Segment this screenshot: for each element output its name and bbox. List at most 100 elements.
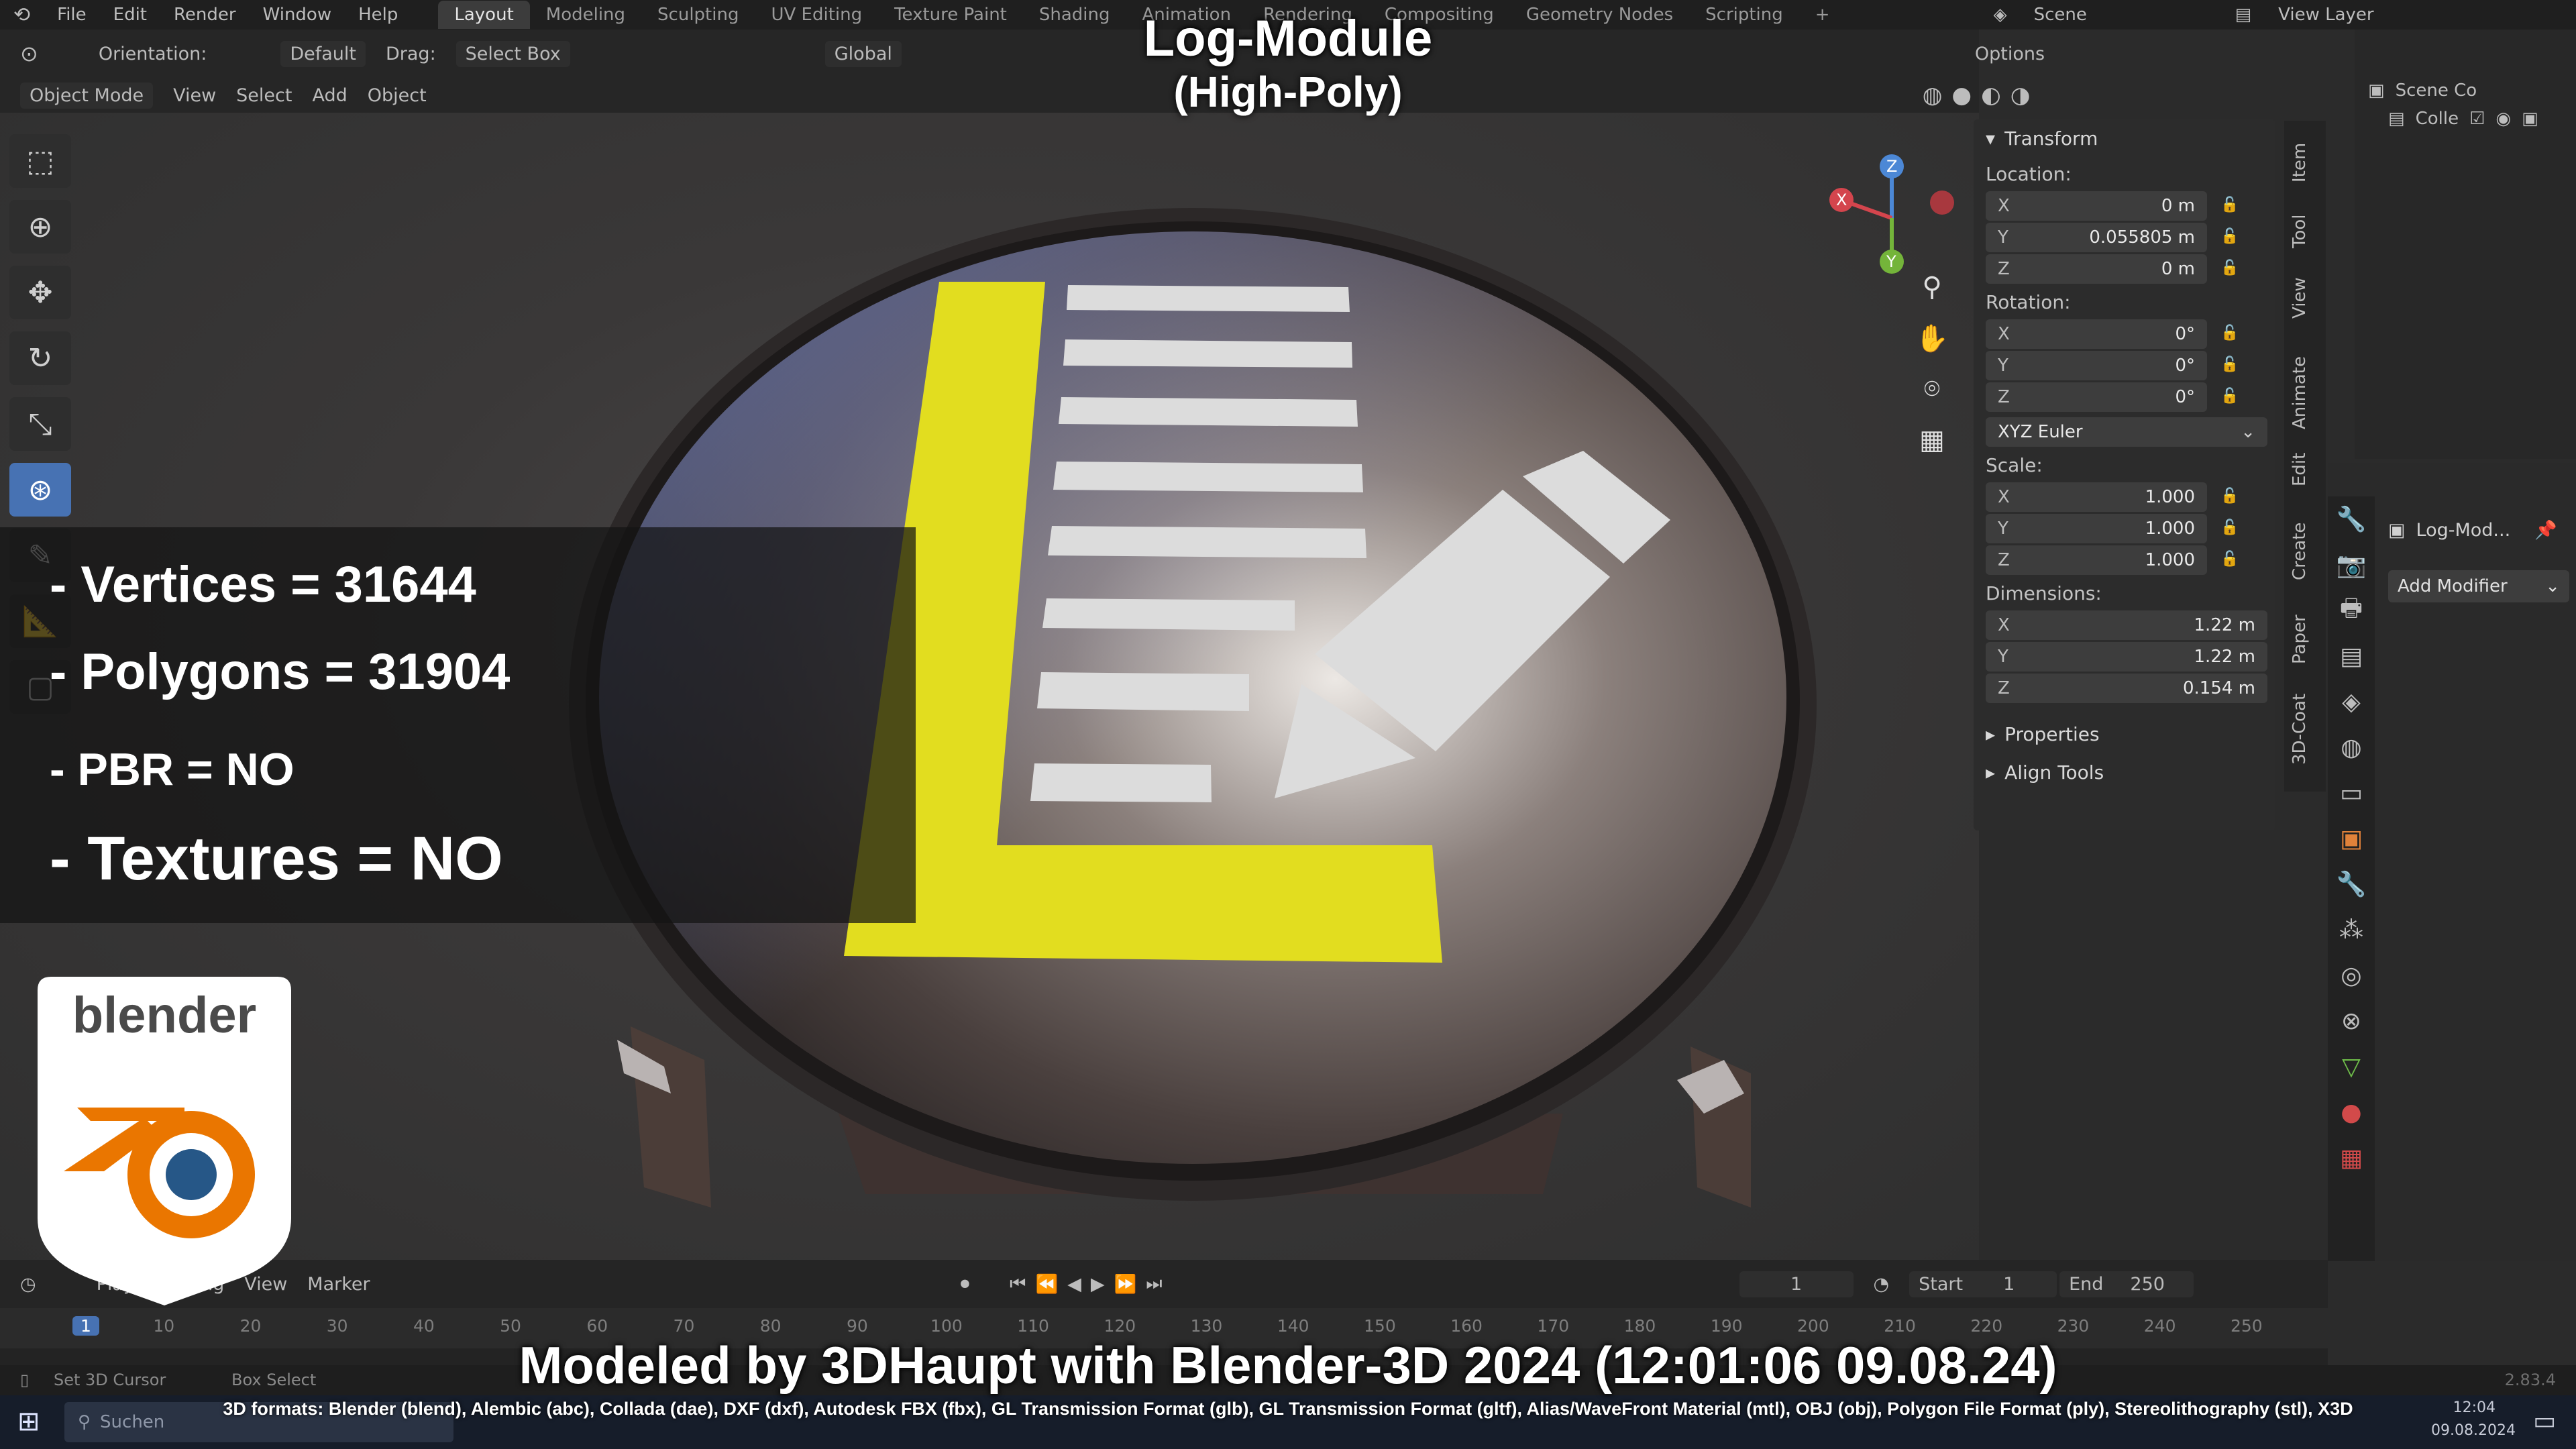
location-z-field[interactable]: Z0 m 🔓	[1986, 254, 2239, 284]
field-value: 0 m	[2161, 259, 2195, 279]
keyframe-next-icon[interactable]: ⏩	[1114, 1273, 1137, 1295]
object-icon[interactable]: ▣	[2328, 816, 2375, 861]
collection-icon[interactable]: ▭	[2328, 770, 2375, 816]
timeline-tick: 10	[153, 1316, 175, 1336]
play-reverse-icon[interactable]: ◀	[1067, 1274, 1081, 1295]
jump-end-icon[interactable]: ⏭	[1146, 1273, 1162, 1295]
physics-icon[interactable]: ◎	[2328, 953, 2375, 998]
rotation-y-field[interactable]: Y 0° 🔓	[1986, 351, 2239, 380]
pin-icon[interactable]: 📌	[2534, 519, 2557, 541]
modifier-wrench-icon[interactable]: 🔧	[2328, 861, 2375, 907]
start-frame-field[interactable]: Start 1	[1909, 1271, 2057, 1297]
navigation-gizmo[interactable]: Z X Y	[1805, 141, 1966, 288]
axis-label: Y	[1998, 227, 2008, 248]
render-icon[interactable]: 📷	[2328, 542, 2375, 588]
tool-settings-icon[interactable]: 🔧	[2328, 496, 2375, 542]
texture-icon[interactable]: ▦	[2328, 1135, 2375, 1181]
lock-icon[interactable]: 🔓	[2220, 488, 2245, 506]
rotation-mode-dropdown[interactable]: XYZ Euler ⌄	[1986, 417, 2267, 447]
dimensions-z-field[interactable]: Z 0.154 m	[1986, 674, 2267, 703]
location-label: Location:	[1986, 163, 2072, 185]
transform-panel-header[interactable]: ▾ Transform	[1974, 119, 2275, 158]
keyframe-prev-icon[interactable]: ⏪	[1035, 1273, 1058, 1295]
rotation-z-field[interactable]: Z 0° 🔓	[1986, 382, 2239, 412]
timeline-tick: 110	[1017, 1316, 1049, 1336]
dimensions-y-field[interactable]: Y 1.22 m	[1986, 642, 2267, 672]
overlay-subtitle: (High-Poly)	[1173, 68, 1403, 116]
location-y-field[interactable]: Y 0.055805 m 🔓	[1986, 223, 2239, 252]
field-value: 1.000	[2145, 519, 2195, 539]
rotate-tool-icon[interactable]: ↻	[9, 331, 71, 385]
tab-view[interactable]: View	[2290, 277, 2310, 319]
world-icon[interactable]: ◍	[2328, 724, 2375, 770]
field-value: 0°	[2175, 387, 2195, 407]
add-modifier-dropdown[interactable]: Add Modifier ⌄	[2388, 570, 2569, 602]
axis-label: Z	[1998, 387, 2010, 407]
view-layer-icon[interactable]: ▤	[2328, 633, 2375, 679]
scene-icon[interactable]: ◈	[2328, 679, 2375, 724]
dimensions-x-field[interactable]: X 1.22 m	[1986, 610, 2267, 640]
output-icon[interactable]: 🖶	[2328, 588, 2375, 633]
scale-y-field[interactable]: Y 1.000 🔓	[1986, 514, 2239, 543]
lock-icon[interactable]: 🔓	[2220, 551, 2245, 570]
zoom-icon[interactable]: ⚲	[1910, 268, 1954, 306]
align-tools-title: Align Tools	[2004, 761, 2104, 784]
lock-icon[interactable]: 🔓	[2220, 325, 2245, 343]
material-icon[interactable]: ●	[2328, 1089, 2375, 1135]
lock-icon[interactable]: 🔓	[2220, 260, 2245, 278]
end-value: 250	[2130, 1273, 2165, 1295]
lock-icon[interactable]: 🔓	[2220, 197, 2245, 215]
location-x-field[interactable]: X0 m 🔓	[1986, 191, 2239, 221]
lock-icon[interactable]: 🔓	[2220, 356, 2245, 375]
lock-icon[interactable]: 🔓	[2220, 228, 2245, 247]
tab-paper[interactable]: Paper	[2290, 614, 2310, 664]
overlay-footer: Modeled by 3DHaupt with Blender-3D 2024 …	[519, 1336, 2057, 1395]
scale-z-field[interactable]: Z 1.000 🔓	[1986, 545, 2239, 575]
properties-panel-header[interactable]: ▸ Properties	[1974, 715, 2275, 753]
pan-hand-icon[interactable]: ✋	[1910, 319, 1954, 357]
tab-tool[interactable]: Tool	[2290, 214, 2310, 248]
expand-arrow-icon: ▸	[1986, 723, 1996, 745]
align-tools-panel-header[interactable]: ▸ Align Tools	[1974, 753, 2275, 792]
tab-edit[interactable]: Edit	[2290, 453, 2310, 486]
timeline-tick: 120	[1104, 1316, 1136, 1336]
current-frame-field[interactable]: 1	[1739, 1271, 1854, 1297]
end-label: End	[2069, 1273, 2104, 1295]
object-name[interactable]: Log-Mod...	[2416, 520, 2511, 541]
constraints-icon[interactable]: ⊗	[2328, 998, 2375, 1044]
svg-text:Z: Z	[1886, 157, 1897, 176]
timeline-tick: 170	[1537, 1316, 1570, 1336]
object-icon: ▣	[2388, 519, 2406, 541]
tab-item[interactable]: Item	[2290, 143, 2310, 182]
move-tool-icon[interactable]: ✥	[9, 266, 71, 319]
lock-icon[interactable]: 🔓	[2220, 388, 2245, 407]
timeline-tick: 140	[1277, 1316, 1309, 1336]
object-data-icon[interactable]: ▽	[2328, 1044, 2375, 1089]
rotation-x-field[interactable]: X 0° 🔓	[1986, 319, 2239, 349]
axis-label: X	[1998, 615, 2010, 635]
start-label: Start	[1919, 1273, 1964, 1295]
jump-start-icon[interactable]: ⏮	[1010, 1273, 1026, 1295]
axis-label: X	[1998, 324, 2010, 344]
timeline-editor-icon[interactable]: ◷	[20, 1274, 36, 1295]
tab-create[interactable]: Create	[2290, 523, 2310, 580]
lock-icon[interactable]: 🔓	[2220, 519, 2245, 538]
scale-tool-icon[interactable]: ⤡	[9, 397, 71, 451]
scale-x-field[interactable]: X 1.000 🔓	[1986, 482, 2239, 512]
select-box-tool-icon[interactable]: ⬚	[9, 134, 71, 188]
end-frame-field[interactable]: End 250	[2059, 1271, 2194, 1297]
cursor-tool-icon[interactable]: ⊕	[9, 200, 71, 254]
tab-animate[interactable]: Animate	[2290, 356, 2310, 429]
timeline-tick: 100	[930, 1316, 963, 1336]
perspective-grid-icon[interactable]: ▦	[1910, 421, 1954, 459]
transform-tool-icon[interactable]: ⊛	[9, 463, 71, 517]
timeline-tick: 30	[326, 1316, 348, 1336]
timeline-marker-menu[interactable]: Marker	[307, 1274, 370, 1295]
timeline-tick: 190	[1710, 1316, 1743, 1336]
particles-icon[interactable]: ⁂	[2328, 907, 2375, 953]
camera-view-icon[interactable]: ⌾	[1910, 370, 1954, 408]
record-icon[interactable]: ⏺	[961, 1273, 970, 1295]
stopwatch-icon[interactable]: ◔	[1874, 1274, 1890, 1295]
play-icon[interactable]: ▶	[1091, 1274, 1105, 1295]
tab-3d-coat[interactable]: 3D-Coat	[2290, 694, 2310, 765]
